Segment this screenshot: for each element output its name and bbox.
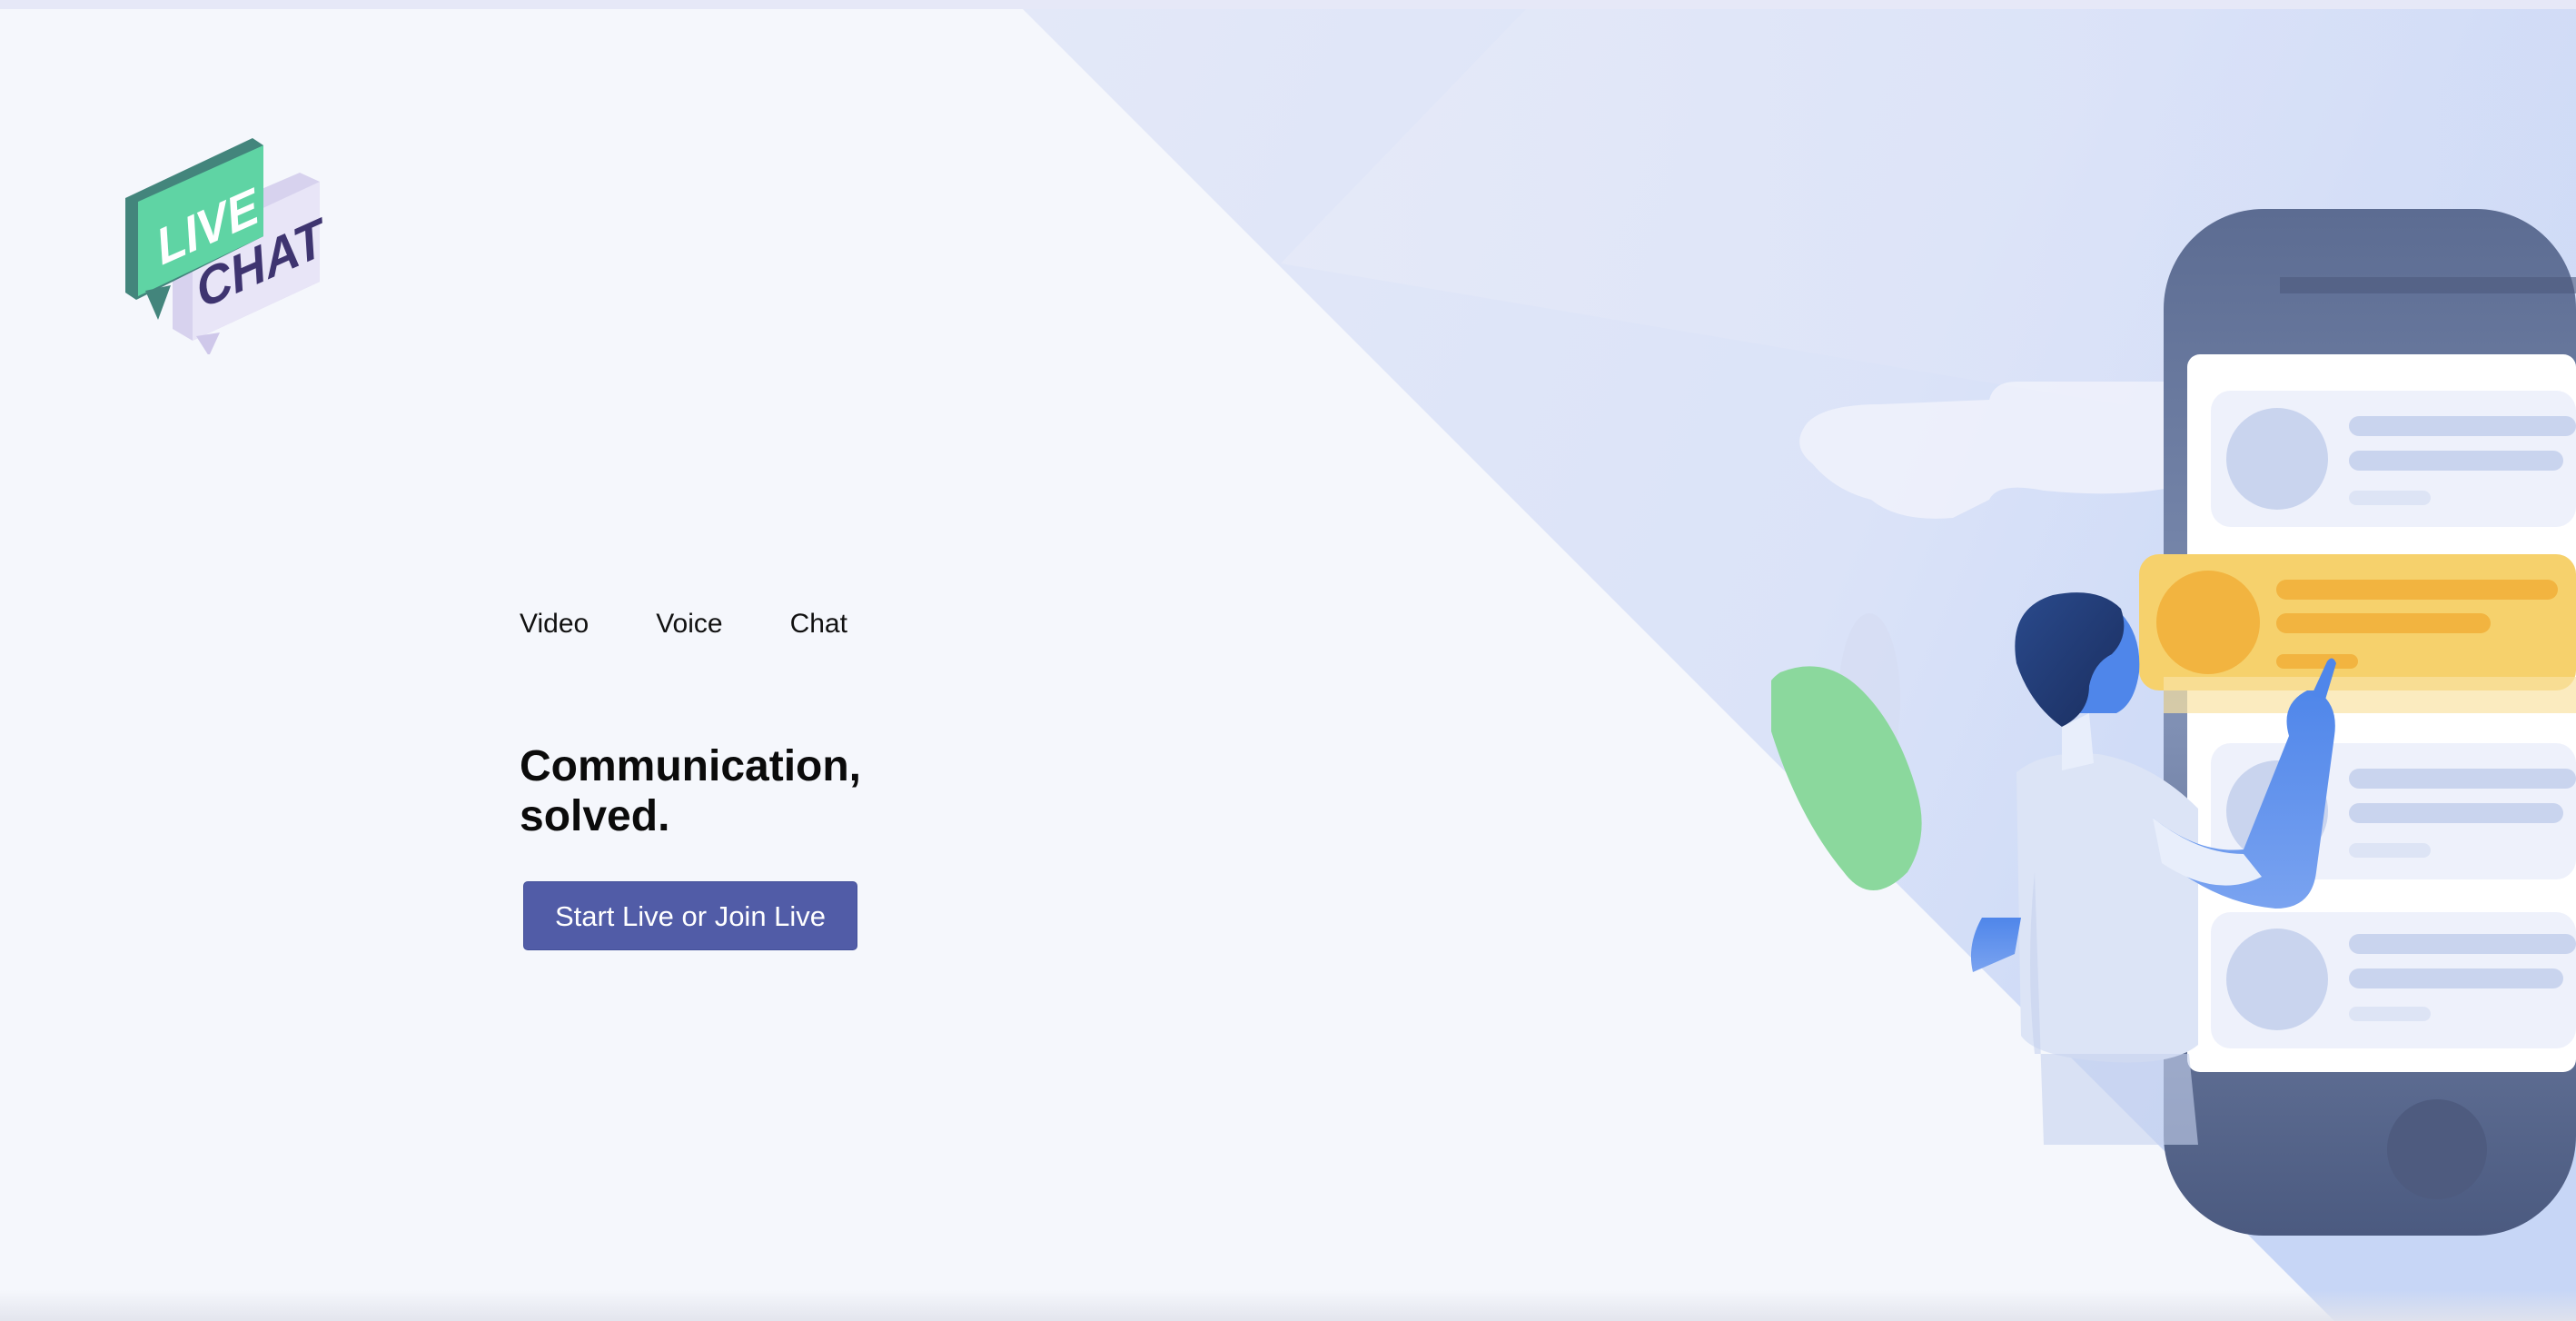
tagline-item-video: Video: [520, 609, 590, 639]
start-or-join-live-button[interactable]: Start Live or Join Live: [523, 881, 857, 950]
headline-line-2: solved.: [520, 792, 670, 840]
bottom-shade: [0, 1290, 2576, 1321]
landing-page: CHAT LIVE Video Voice Chat Communication…: [0, 0, 2576, 1321]
hero-content: Video Voice Chat Communication, solved. …: [520, 609, 901, 950]
tagline-list: Video Voice Chat: [520, 609, 901, 640]
top-strip: [0, 0, 2576, 9]
page-title: Communication, solved.: [520, 741, 901, 841]
tagline-item-chat: Chat: [789, 609, 847, 639]
headline-line-1: Communication,: [520, 742, 862, 790]
tagline-item-voice: Voice: [656, 609, 723, 639]
person-using-phone-illustration: [1771, 209, 2576, 1236]
live-chat-logo-icon: CHAT LIVE: [125, 138, 327, 354]
